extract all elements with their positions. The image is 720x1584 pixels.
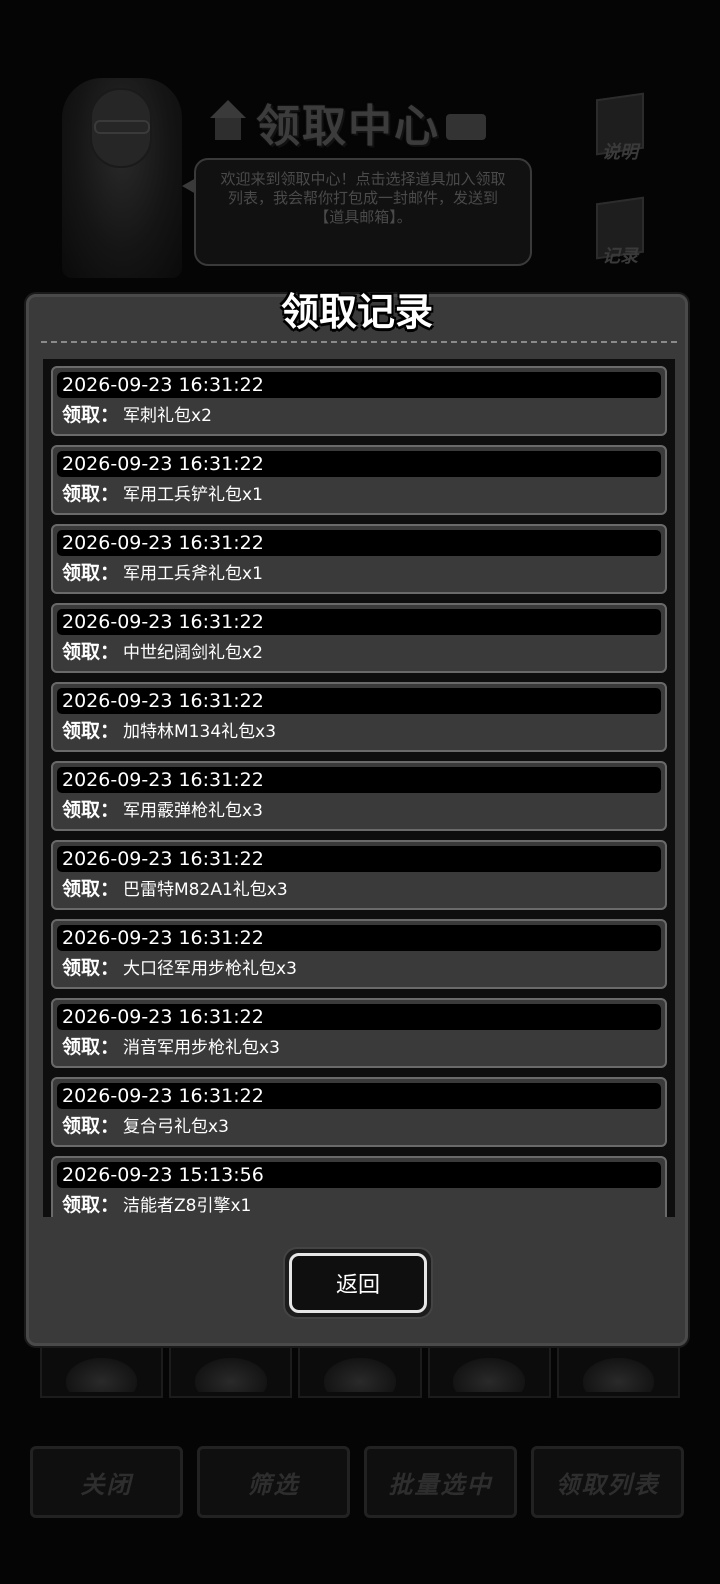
record-item: 2026-09-23 16:31:22 领取： 军用工兵铲礼包x1 — [51, 445, 667, 515]
record-item: 2026-09-23 16:31:22 领取： 巴雷特M82A1礼包x3 — [51, 840, 667, 910]
claim-label: 领取： — [62, 1194, 120, 1216]
help-button[interactable]: 说明 — [588, 92, 652, 164]
record-item: 2026-09-23 16:31:22 领取： 军用工兵斧礼包x1 — [51, 524, 667, 594]
record-time: 2026-09-23 16:31:22 — [57, 530, 661, 556]
record-item-name: 大口径军用步枪礼包x3 — [123, 959, 297, 979]
record-item-name: 巴雷特M82A1礼包x3 — [123, 880, 288, 900]
record-item-name: 军用工兵斧礼包x1 — [123, 564, 263, 584]
help-label: 说明 — [602, 142, 638, 163]
record-time: 2026-09-23 16:31:22 — [57, 1083, 661, 1109]
record-item-name: 消音军用步枪礼包x3 — [123, 1038, 280, 1058]
dialog-title: 领取记录 — [280, 290, 433, 334]
record-item: 2026-09-23 16:31:22 领取： 消音军用步枪礼包x3 — [51, 998, 667, 1068]
claim-label: 领取： — [62, 799, 120, 821]
record-time: 2026-09-23 16:31:22 — [57, 688, 661, 714]
welcome-speech-bubble: 欢迎来到领取中心！点击选择道具加入领取列表，我会帮你打包成一封邮件，发送到【道具… — [182, 158, 532, 266]
back-button[interactable]: 返回 — [283, 1247, 433, 1319]
record-time: 2026-09-23 16:31:22 — [57, 846, 661, 872]
record-label: 记录 — [602, 246, 638, 267]
record-item-name: 中世纪阔剑礼包x2 — [123, 643, 263, 663]
item-slot[interactable] — [556, 1346, 681, 1398]
claim-label: 领取： — [62, 1036, 120, 1058]
record-item-name: 军刺礼包x2 — [123, 406, 212, 426]
claim-label: 领取： — [62, 957, 120, 979]
record-item-name: 加特林M134礼包x3 — [123, 722, 277, 742]
record-time: 2026-09-23 16:31:22 — [57, 767, 661, 793]
bottom-toolbar: 关闭 筛选 批量选中 领取列表 — [30, 1446, 684, 1518]
claim-label: 领取： — [62, 1115, 120, 1137]
record-time: 2026-09-23 16:31:22 — [57, 925, 661, 951]
character-portrait — [62, 78, 182, 278]
record-item-name: 军用霰弹枪礼包x3 — [123, 801, 263, 821]
dashed-divider — [41, 341, 677, 343]
record-button[interactable]: 记录 — [588, 196, 652, 268]
claim-label: 领取： — [62, 641, 120, 663]
record-item-name: 军用工兵铲礼包x1 — [123, 485, 263, 505]
house-icon — [206, 100, 250, 144]
mailbox-icon — [446, 114, 486, 140]
record-item: 2026-09-23 16:31:22 领取： 中世纪阔剑礼包x2 — [51, 603, 667, 673]
record-item-name: 洁能者Z8引擎x1 — [123, 1196, 252, 1216]
record-item: 2026-09-23 16:31:22 领取： 军刺礼包x2 — [51, 366, 667, 436]
record-item: 2026-09-23 16:31:22 领取： 大口径军用步枪礼包x3 — [51, 919, 667, 989]
record-time: 2026-09-23 16:31:22 — [57, 609, 661, 635]
close-button[interactable]: 关闭 — [30, 1446, 183, 1518]
claim-center-title: 领取中心 — [256, 101, 440, 152]
record-time: 2026-09-23 16:31:22 — [57, 1004, 661, 1030]
record-item: 2026-09-23 15:13:56 领取： 洁能者Z8引擎x1 — [51, 1156, 667, 1217]
record-item-name: 复合弓礼包x3 — [123, 1117, 229, 1137]
item-slot[interactable] — [427, 1346, 551, 1398]
claim-label: 领取： — [62, 878, 120, 900]
item-slot[interactable] — [298, 1346, 422, 1398]
record-item: 2026-09-23 16:31:22 领取： 军用霰弹枪礼包x3 — [51, 761, 667, 831]
item-slot[interactable] — [169, 1346, 293, 1398]
record-time: 2026-09-23 16:31:22 — [57, 451, 661, 477]
claim-label: 领取： — [62, 720, 120, 742]
item-grid — [40, 1346, 681, 1398]
record-time: 2026-09-23 15:13:56 — [57, 1162, 661, 1188]
claim-center-header: 领取中心 — [206, 92, 506, 152]
claim-label: 领取： — [62, 404, 120, 426]
record-time: 2026-09-23 16:31:22 — [57, 372, 661, 398]
record-item: 2026-09-23 16:31:22 领取： 复合弓礼包x3 — [51, 1077, 667, 1147]
claim-label: 领取： — [62, 562, 120, 584]
claim-list-button[interactable]: 领取列表 — [531, 1446, 684, 1518]
record-list[interactable]: 2026-09-23 16:31:22 领取： 军刺礼包x2 2026-09-23… — [43, 359, 675, 1217]
record-item: 2026-09-23 16:31:22 领取： 加特林M134礼包x3 — [51, 682, 667, 752]
claim-label: 领取： — [62, 483, 120, 505]
batch-select-button[interactable]: 批量选中 — [364, 1446, 517, 1518]
claim-record-dialog: 领取记录 2026-09-23 16:31:22 领取： 军刺礼包x2 2026-… — [26, 290, 688, 1346]
item-slot[interactable] — [40, 1346, 164, 1398]
filter-button[interactable]: 筛选 — [197, 1446, 350, 1518]
back-button-label: 返回 — [289, 1253, 427, 1313]
